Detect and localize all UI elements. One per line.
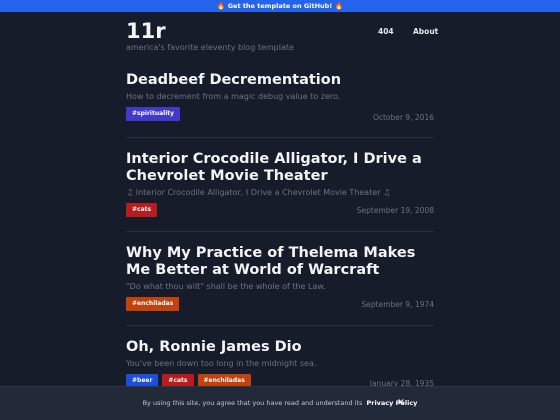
post-date: September 19, 2008 [356,206,434,215]
tag-enchiladas[interactable]: #enchiladas [126,297,180,311]
post-card: Interior Crocodile Alligator, I Drive a … [126,151,434,217]
tag-cats[interactable]: #cats [126,203,158,217]
post-divider [126,137,434,138]
post-card: Oh, Ronnie James Dio You've been down to… [126,339,434,388]
fire-icon: 🔥 [334,2,344,10]
cookie-notice-message: By using this site, you agree that you h… [142,399,363,407]
site-title[interactable]: 11r [126,16,166,46]
post-date: October 9, 2016 [372,113,434,122]
post-excerpt: You've been down too long in the midnigh… [126,359,317,368]
post-excerpt: "Do what thou wilt" shall be the whole o… [126,282,326,291]
post-card: Why My Practice of Thelema Makes Me Bett… [126,245,434,311]
cookie-notice: By using this site, you agree that you h… [0,386,560,420]
privacy-policy-link[interactable]: Privacy Policy [366,399,417,407]
github-template-banner[interactable]: 🔥 Get the template on GitHub! 🔥 [0,0,560,12]
post-title[interactable]: Interior Crocodile Alligator, I Drive a … [126,151,434,185]
post-title[interactable]: Deadbeef Decrementation [126,72,434,89]
post-date: September 9, 1974 [361,300,434,309]
post-divider [126,231,434,232]
post-excerpt: ♫ Interior Crocodile Alligator, I Drive … [126,188,391,197]
post-title[interactable]: Oh, Ronnie James Dio [126,339,434,356]
nav-link-about[interactable]: About [413,27,438,37]
post-excerpt: How to decrement from a magic debug valu… [126,92,341,101]
tag-spirituality[interactable]: #spirituality [126,107,181,121]
banner-text: Get the template on GitHub! [227,2,333,10]
cookie-notice-text: By using this site, you agree that you h… [0,387,560,420]
nav-link-404[interactable]: 404 [378,27,394,37]
fire-icon: 🔥 [216,2,226,10]
post-title[interactable]: Why My Practice of Thelema Makes Me Bett… [126,245,434,279]
site-tagline: america's favorite eleventy blog templat… [126,43,294,52]
close-icon[interactable]: ✕ [396,398,406,408]
post-card: Deadbeef Decrementation How to decrement… [126,72,434,122]
post-divider [126,325,434,326]
